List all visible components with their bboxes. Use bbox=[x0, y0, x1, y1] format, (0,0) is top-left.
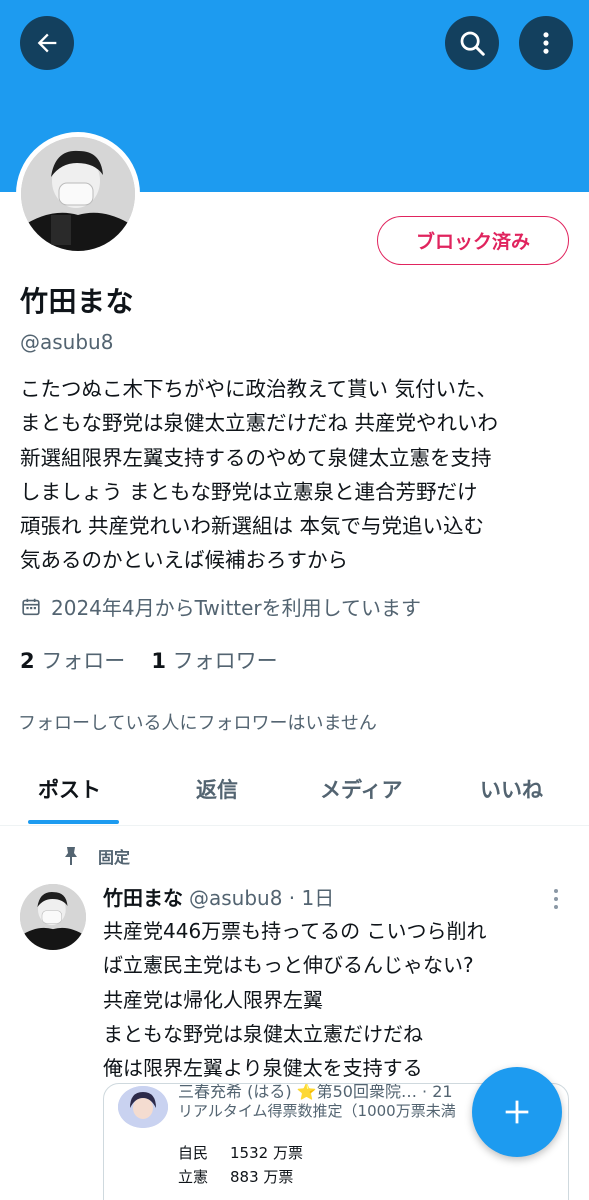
followers-count: 1 bbox=[151, 649, 166, 673]
arrow-left-icon bbox=[37, 33, 57, 53]
known-followers-note: フォローしている人にフォロワーはいません bbox=[18, 713, 377, 734]
search-button[interactable] bbox=[445, 16, 499, 70]
profile-tabs: ポスト 返信 メディア いいね bbox=[0, 760, 589, 826]
followers-label: フォロワー bbox=[172, 649, 278, 673]
tweet-author-name[interactable]: 竹田まな bbox=[103, 886, 183, 910]
tab-posts[interactable]: ポスト bbox=[38, 774, 101, 804]
blocked-button[interactable]: ブロック済み bbox=[377, 216, 569, 265]
tweet-handle-time: @asubu8 · 1日 bbox=[189, 886, 335, 910]
pin-icon bbox=[65, 847, 77, 865]
follow-stats: 2 フォロー 1 フォロワー bbox=[20, 645, 278, 675]
profile-photo bbox=[21, 137, 135, 251]
tweet-text: 共産党446万票も持ってるの こいつら削れ ば立憲民主党はもっと伸びるんじゃない… bbox=[103, 919, 487, 1081]
more-options-button[interactable] bbox=[519, 16, 573, 70]
joined-text: 2024年4月からTwitterを利用しています bbox=[51, 596, 422, 620]
active-tab-indicator bbox=[28, 820, 119, 824]
quoted-subtitle: リアルタイム得票数推定（1000万票未満 bbox=[178, 1102, 456, 1120]
quoted-row-party: 立憲 bbox=[178, 1168, 209, 1186]
profile-bio: こたつぬこ木下ちがやに政治教えて貰い 気付いた、 まともな野党は泉健太立憲だけだ… bbox=[20, 377, 499, 573]
tweet-more-icon[interactable] bbox=[549, 887, 563, 911]
compose-button[interactable] bbox=[472, 1067, 562, 1157]
calendar-icon bbox=[22, 598, 40, 615]
tab-media[interactable]: メディア bbox=[320, 774, 403, 804]
search-icon bbox=[460, 31, 485, 56]
followers-link[interactable]: 1 フォロワー bbox=[151, 645, 277, 675]
quoted-row: 自民 1532 万票 bbox=[178, 1142, 303, 1163]
quoted-row: 立憲 883 万票 bbox=[178, 1166, 293, 1187]
plus-icon bbox=[505, 1100, 529, 1124]
quoted-author-photo bbox=[118, 1086, 168, 1128]
author-photo bbox=[20, 884, 86, 950]
tab-replies[interactable]: 返信 bbox=[196, 774, 238, 804]
tweet-header: 竹田まな @asubu8 · 1日 bbox=[103, 882, 334, 911]
profile-handle: @asubu8 bbox=[20, 330, 114, 354]
profile-avatar[interactable] bbox=[16, 132, 140, 256]
tweet-author-avatar[interactable] bbox=[20, 884, 86, 950]
tab-likes[interactable]: いいね bbox=[480, 774, 543, 804]
quoted-row-votes: 1532 万票 bbox=[230, 1144, 303, 1162]
quoted-row-party: 自民 bbox=[178, 1144, 209, 1162]
pinned-indicator: 固定 bbox=[62, 844, 130, 868]
following-label: フォロー bbox=[41, 649, 126, 673]
profile-display-name: 竹田まな bbox=[20, 285, 135, 318]
joined-date: 2024年4月からTwitterを利用しています bbox=[20, 592, 421, 621]
more-vertical-icon bbox=[543, 32, 549, 54]
quoted-author-avatar bbox=[118, 1086, 168, 1128]
following-count: 2 bbox=[20, 649, 35, 673]
pinned-label: 固定 bbox=[98, 848, 131, 867]
following-link[interactable]: 2 フォロー bbox=[20, 645, 125, 675]
quoted-row-votes: 883 万票 bbox=[230, 1168, 294, 1186]
back-button[interactable] bbox=[20, 16, 74, 70]
